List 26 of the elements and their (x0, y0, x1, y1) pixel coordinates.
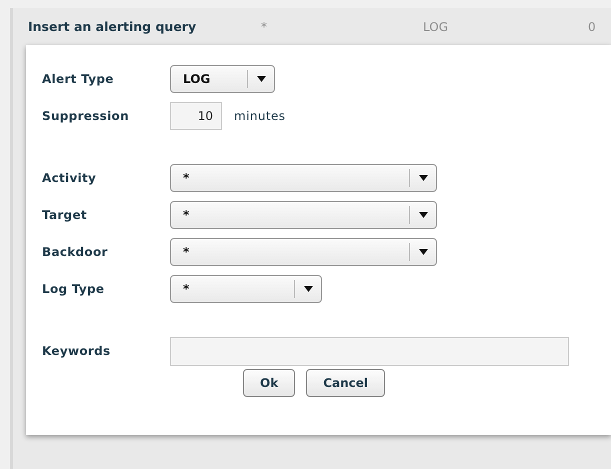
field-label: Alert Type (42, 72, 115, 86)
caret-icon (304, 286, 312, 292)
dialog-button[interactable]: Cancel (306, 369, 385, 397)
dialog-button[interactable]: Ok (243, 369, 296, 397)
dropdown[interactable]: * (170, 275, 322, 303)
unit-label: minutes (234, 109, 286, 123)
field-label: Activity (42, 171, 98, 185)
dropdown[interactable]: * (170, 238, 437, 266)
field-label: Keywords (42, 344, 112, 358)
background-header-cell: 0 (588, 20, 596, 34)
dropdown[interactable]: LOG (170, 65, 275, 93)
input-field[interactable] (170, 336, 569, 366)
caret-icon (418, 175, 428, 181)
field-label: Target (42, 208, 88, 222)
background-header-cell: LOG (423, 20, 448, 34)
dialog-title: Insert an alerting query (28, 19, 196, 34)
dropdown[interactable]: * (170, 201, 437, 229)
caret-icon (418, 249, 428, 255)
field-label: Log Type (42, 282, 106, 296)
number-field[interactable]: 10 (170, 102, 222, 130)
field-label: Backdoor (42, 245, 109, 259)
caret-icon (418, 212, 428, 218)
background-header-cell: * (261, 20, 267, 34)
field-label: Suppression (42, 109, 130, 123)
caret-icon (256, 76, 266, 82)
dropdown[interactable]: * (170, 164, 437, 192)
